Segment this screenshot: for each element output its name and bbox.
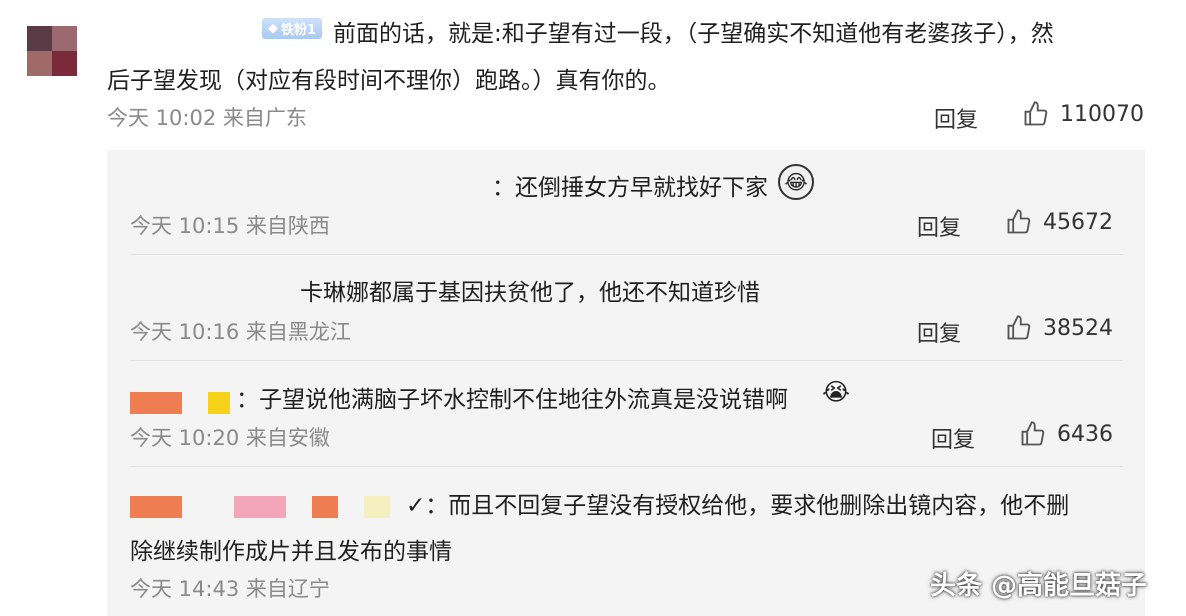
crying-laughing-emoji: 😂 [778, 164, 814, 200]
comment-text-line2: 后子望发现（对应有段时间不理你）跑路。）真有你的。 [107, 68, 671, 94]
reply-text-line1: ✓：而且不回复子望没有授权给他，要求他删除出镜内容，他不删 [406, 493, 1070, 519]
thumbs-up-icon [1007, 209, 1031, 234]
thumbs-up-icon [1024, 101, 1048, 126]
like-button[interactable]: 45672 [1005, 208, 1113, 236]
divider [130, 360, 1123, 361]
comment-badge: ◆ 铁粉1 [262, 17, 323, 39]
watermark: 头条 @高能旦菇子 [930, 571, 1148, 601]
reply-meta: 今天 10:15 来自陕西 [130, 214, 330, 238]
thumbs-up-icon [1021, 421, 1045, 446]
like-count: 6436 [1057, 421, 1113, 447]
username-redacted[interactable] [130, 496, 182, 518]
comment-text-line1: 前面的话，就是:和子望有过一段，（子望确实不知道他有老婆孩子），然 [333, 21, 1054, 47]
reply-button[interactable]: 回复 [917, 210, 961, 242]
reply-button[interactable]: 回复 [934, 102, 978, 134]
username-redacted[interactable] [130, 392, 182, 414]
like-button[interactable]: 6436 [1019, 420, 1113, 448]
comment-meta: 今天 10:02 来自广东 [107, 106, 307, 130]
like-count: 38524 [1043, 315, 1113, 341]
like-count: 110070 [1060, 101, 1144, 127]
reply-text: ：子望说他满脑子坏水控制不住地往外流真是没说错啊 [236, 387, 788, 413]
reply-meta: 今天 14:43 来自辽宁 [130, 577, 330, 601]
like-button[interactable]: 38524 [1005, 314, 1113, 342]
diamond-icon: ◆ [268, 21, 278, 36]
like-button[interactable]: 110070 [1022, 100, 1144, 128]
username-redacted[interactable] [208, 392, 230, 414]
username-redacted[interactable] [234, 496, 286, 518]
divider [130, 254, 1123, 255]
reply-meta: 今天 10:20 来自安徽 [130, 426, 330, 450]
reply-button[interactable]: 回复 [917, 316, 961, 348]
divider [130, 466, 1123, 467]
username-redacted[interactable] [364, 496, 390, 518]
username-redacted[interactable] [312, 496, 338, 518]
reply-meta: 今天 10:16 来自黑龙江 [130, 320, 351, 344]
reply-text-line2: 除继续制作成片并且发布的事情 [130, 539, 452, 565]
thumbs-up-icon [1007, 315, 1031, 340]
avatar[interactable] [27, 26, 77, 76]
reply-button[interactable]: 回复 [931, 422, 975, 454]
like-count: 45672 [1043, 209, 1113, 235]
reply-text: ：还倒捶女方早就找好下家 [492, 175, 768, 201]
crying-emoji: 😭 [821, 378, 851, 406]
reply-text: 卡琳娜都属于基因扶贫他了，他还不知道珍惜 [300, 280, 760, 306]
